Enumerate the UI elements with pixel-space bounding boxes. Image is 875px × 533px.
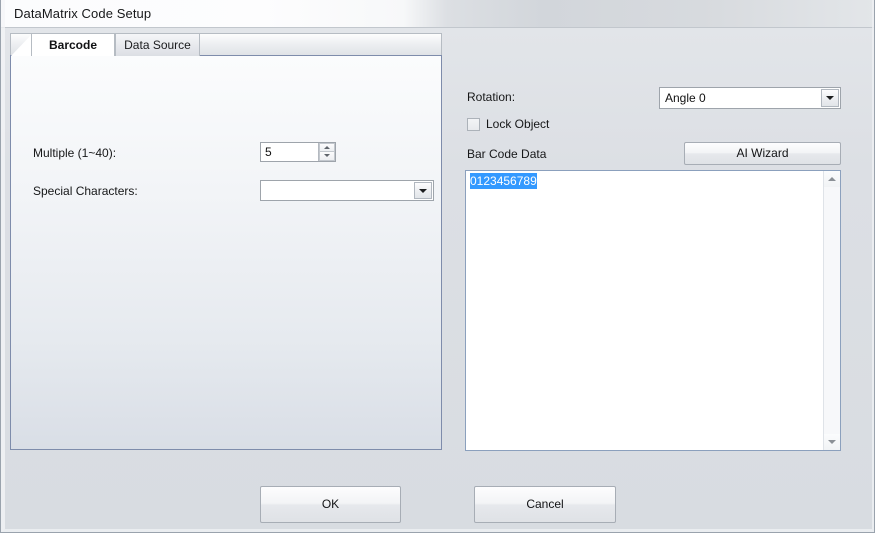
bar-code-data-content[interactable]: 0123456789 — [466, 171, 822, 450]
scroll-down-arrow-icon — [828, 440, 836, 444]
chevron-down-icon — [419, 188, 427, 193]
cancel-button[interactable]: Cancel — [474, 486, 616, 523]
bar-code-data-label: Bar Code Data — [467, 147, 547, 161]
arrow-down-icon — [324, 154, 330, 157]
bar-code-data-value: 0123456789 — [470, 173, 537, 189]
arrow-up-icon — [324, 145, 330, 149]
multiple-value: 5 — [265, 145, 272, 159]
multiple-stepper[interactable]: 5 — [260, 142, 336, 162]
bar-code-data-textarea[interactable]: 0123456789 — [465, 170, 841, 451]
tab-strip: Barcode Data Source — [10, 33, 442, 56]
special-characters-combobox[interactable] — [260, 180, 434, 201]
ai-wizard-button[interactable]: AI Wizard — [684, 142, 841, 165]
barcode-tab-panel: Multiple (1~40): 5 Special Characters: — [10, 55, 442, 450]
bar-code-data-scrollbar[interactable] — [823, 171, 840, 450]
special-characters-dropdown-button[interactable] — [414, 182, 432, 199]
multiple-decrement-button[interactable] — [319, 152, 335, 161]
title-bar: DataMatrix Code Setup — [1, 0, 874, 28]
rotation-combobox[interactable]: Angle 0 — [659, 87, 841, 109]
tab-barcode[interactable]: Barcode — [31, 33, 115, 56]
rotation-label: Rotation: — [467, 90, 516, 104]
lock-object-checkbox[interactable] — [467, 118, 480, 131]
scroll-up-arrow-icon — [828, 177, 836, 181]
rotation-dropdown-button[interactable] — [821, 89, 839, 107]
multiple-label: Multiple (1~40): — [33, 146, 117, 160]
special-characters-label: Special Characters: — [33, 184, 138, 198]
scroll-down-button[interactable] — [824, 434, 840, 450]
scroll-up-button[interactable] — [824, 171, 840, 187]
datamatrix-code-setup-dialog: DataMatrix Code Setup Barcode Data Sourc… — [0, 0, 875, 533]
multiple-increment-button[interactable] — [319, 143, 335, 152]
tab-data-source[interactable]: Data Source — [115, 33, 200, 56]
window-title: DataMatrix Code Setup — [14, 6, 152, 21]
dialog-body: Barcode Data Source Multiple (1~40): 5 S… — [1, 28, 874, 532]
rotation-value: Angle 0 — [665, 91, 706, 105]
ok-button[interactable]: OK — [260, 486, 401, 523]
lock-object-label: Lock Object — [486, 117, 550, 131]
multiple-stepper-buttons — [318, 143, 335, 161]
chevron-down-icon — [826, 96, 834, 100]
